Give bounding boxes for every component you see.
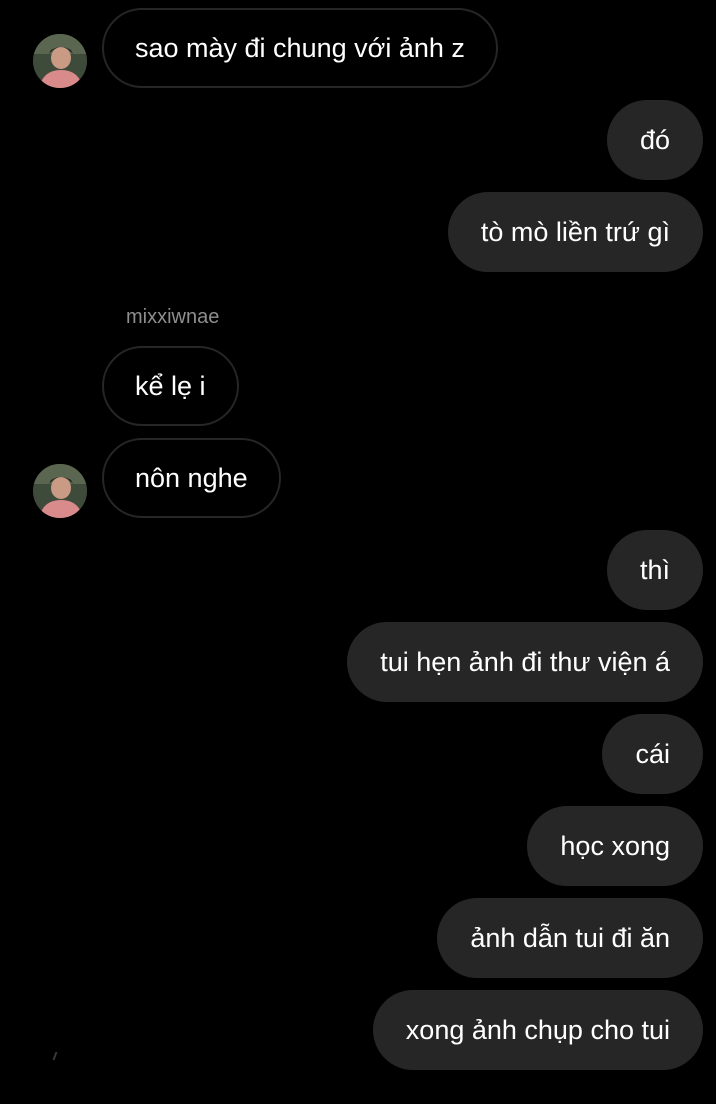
- message-text: ảnh dẫn tui đi ăn: [470, 923, 670, 953]
- message-text: nôn nghe: [135, 463, 248, 493]
- message-text: học xong: [560, 831, 670, 861]
- contact-avatar[interactable]: [33, 34, 87, 88]
- message-text: đó: [639, 125, 670, 155]
- profile-photo-icon: [33, 464, 87, 518]
- message-text: sao mày đi chung với ảnh z: [135, 33, 465, 63]
- profile-photo-icon: [33, 34, 87, 88]
- message-text: xong ảnh chụp cho tui: [405, 1015, 670, 1045]
- divider-mark: [52, 1052, 58, 1060]
- outgoing-message-bubble[interactable]: xong ảnh chụp cho tui: [372, 990, 703, 1070]
- sender-name: mixxiwnae: [126, 306, 220, 328]
- outgoing-message-bubble[interactable]: ảnh dẫn tui đi ăn: [437, 898, 703, 978]
- message-text: tò mò liền trứ gì: [480, 217, 670, 247]
- outgoing-message-bubble[interactable]: tui hẹn ảnh đi thư viện á: [347, 622, 703, 702]
- message-thread[interactable]: sao mày đi chung với ảnh z đó tò mò liền…: [0, 0, 716, 1104]
- outgoing-message-bubble[interactable]: tò mò liền trứ gì: [447, 192, 703, 272]
- incoming-message-bubble[interactable]: nôn nghe: [102, 438, 281, 518]
- incoming-message-bubble[interactable]: kể lẹ i: [102, 346, 239, 426]
- outgoing-message-bubble[interactable]: cái: [602, 714, 703, 794]
- outgoing-message-bubble[interactable]: thì: [606, 530, 703, 610]
- message-text: kể lẹ i: [135, 371, 206, 401]
- message-text: cái: [635, 739, 670, 769]
- message-text: thì: [639, 555, 670, 585]
- message-text: tui hẹn ảnh đi thư viện á: [380, 647, 670, 677]
- contact-avatar[interactable]: [33, 464, 87, 518]
- outgoing-message-bubble[interactable]: học xong: [527, 806, 703, 886]
- outgoing-message-bubble[interactable]: đó: [606, 100, 703, 180]
- incoming-message-bubble[interactable]: sao mày đi chung với ảnh z: [102, 8, 498, 88]
